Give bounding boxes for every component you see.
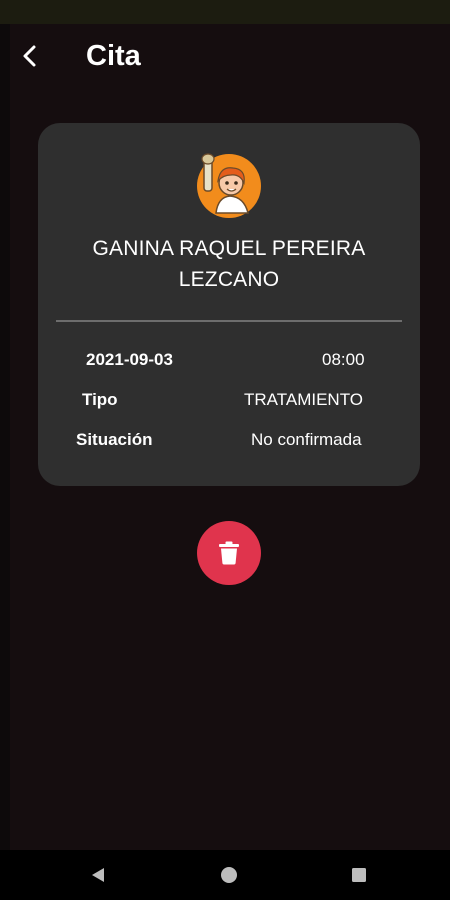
- status-label: Situación: [76, 430, 153, 449]
- appointment-card: GANINA RAQUEL PEREIRA LEZCANO 2021-09-03…: [38, 123, 420, 486]
- status-bar: [0, 0, 450, 24]
- system-nav-bar: [0, 850, 450, 900]
- chevron-left-icon: [23, 45, 36, 67]
- appointment-time: 08:00: [322, 350, 365, 369]
- patient-name-line-1: GANINA RAQUEL PEREIRA: [92, 237, 366, 260]
- nav-back-button[interactable]: [87, 864, 109, 886]
- nav-recents-icon: [352, 868, 366, 882]
- nav-home-button[interactable]: [218, 864, 240, 886]
- patient-name-line-2: LEZCANO: [178, 268, 280, 291]
- divider: [56, 320, 402, 322]
- back-button[interactable]: [12, 38, 48, 74]
- nav-home-icon: [221, 867, 237, 883]
- app-bar: Cita: [0, 24, 450, 88]
- nav-recents-button[interactable]: [348, 864, 370, 886]
- page-title: Cita: [86, 40, 141, 72]
- type-value: TRATAMIENTO: [244, 390, 363, 409]
- trash-icon: [219, 541, 239, 565]
- patient-name: GANINA RAQUEL PEREIRA LEZCANO: [58, 233, 400, 295]
- status-value: No confirmada: [251, 430, 362, 449]
- delete-appointment-button[interactable]: [197, 521, 261, 585]
- type-label: Tipo: [82, 390, 118, 409]
- screen-edge: [0, 24, 10, 850]
- appointment-screen: Cita GANINA RAQUEL PEREIRA LEZCANO 2021-…: [0, 0, 450, 900]
- appointment-date: 2021-09-03: [86, 350, 173, 369]
- nav-back-icon: [92, 868, 104, 882]
- avatar: [197, 153, 261, 218]
